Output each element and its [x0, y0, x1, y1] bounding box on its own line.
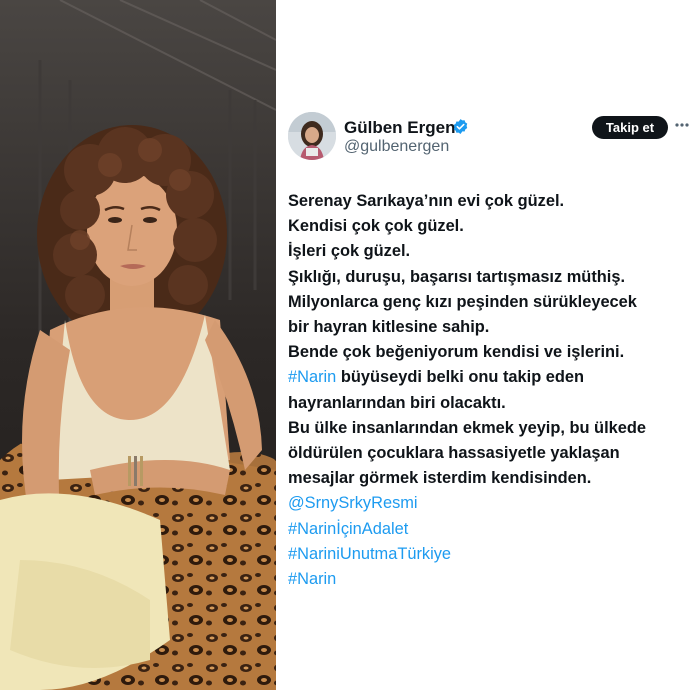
author-handle[interactable]: @gulbenergen — [344, 138, 449, 156]
tweet-card: Gülben Ergen @gulbenergen Takip et Seren… — [276, 0, 690, 690]
tweet-line: Kendisi çok çok güzel. — [288, 217, 464, 236]
tweet-line: hayranlarından biri olacaktı. — [288, 393, 506, 412]
hashtag-link[interactable]: #NarinİçinAdalet — [288, 517, 688, 542]
tweet-line: İşleri çok güzel. — [288, 242, 411, 261]
hashtag-link[interactable]: #NariniUnutmaTürkiye — [288, 542, 688, 567]
tweet-line: Şıklığı, duruşu, başarısı tartışmasız mü… — [288, 267, 626, 286]
hashtag-link[interactable]: #Narin — [288, 368, 336, 386]
tweet-line: Milyonlarca genç kızı peşinden sürükleye… — [288, 292, 637, 311]
author-display-name[interactable]: Gülben Ergen — [344, 118, 455, 138]
follow-button[interactable]: Takip et — [592, 116, 668, 139]
tweet-line: Serenay Sarıkaya’nın evi çok güzel. — [288, 192, 565, 210]
portrait-photo — [0, 0, 276, 690]
tweet-line: Bende çok beğeniyorum kendisi ve işlerin… — [288, 343, 625, 362]
tweet-line: #Narin büyüseydi belki onu takip eden — [288, 365, 688, 390]
tweet-text: Serenay Sarıkaya’nın evi çok güzel. Kend… — [288, 189, 688, 592]
tweet-line-text: büyüseydi belki onu takip eden — [336, 368, 585, 387]
author-avatar[interactable] — [288, 112, 336, 160]
tweet-line: mesajlar görmek isterdim kendisinden. — [288, 469, 592, 488]
mention-link[interactable]: @SrnySrkyResmi — [288, 491, 688, 516]
tweet-line: Bu ülke insanlarından ekmek yeyip, bu ül… — [288, 418, 646, 437]
more-dots-icon[interactable] — [675, 122, 689, 128]
hashtag-link[interactable]: #Narin — [288, 567, 688, 592]
verified-badge-icon — [453, 119, 468, 134]
tweet-line: bir hayran kitlesine sahip. — [288, 318, 490, 337]
tweet-line: öldürülen çocuklara hassasiyetle yaklaşa… — [288, 444, 620, 463]
